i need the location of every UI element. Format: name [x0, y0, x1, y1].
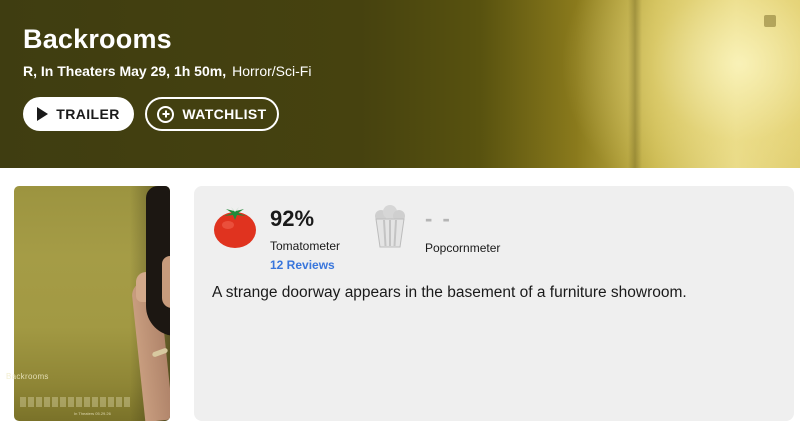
play-icon: [37, 107, 49, 121]
plus-circle-icon: [157, 105, 175, 123]
watchlist-button[interactable]: WATCHLIST: [145, 97, 279, 131]
trailer-button[interactable]: TRAILER: [23, 97, 134, 131]
popcornmeter-label: Popcornmeter: [425, 241, 501, 255]
poster-release-date: In Theaters 05.29.26: [74, 411, 111, 416]
reviews-count-link[interactable]: 12 Reviews: [270, 258, 335, 272]
movie-poster[interactable]: In Theaters 05.29.26: [14, 186, 170, 421]
poster-title: Backrooms: [6, 372, 49, 381]
tomatometer-label: Tomatometer: [270, 239, 341, 253]
movie-title: Backrooms: [23, 24, 172, 54]
movie-synopsis: A strange doorway appears in the basemen…: [212, 284, 687, 301]
fresh-tomato-icon: [214, 207, 256, 248]
trailer-button-label: TRAILER: [56, 106, 120, 122]
watchlist-button-label: WATCHLIST: [182, 106, 267, 122]
poster-face: [162, 256, 170, 308]
hero-backdrop-fixture: [764, 15, 776, 27]
popcornmeter-score: - -: [425, 206, 452, 231]
movie-meta: R, In Theaters May 29, 1h 50m, Horror/Sci…: [23, 63, 311, 79]
movie-rating-release-runtime: R, In Theaters May 29, 1h 50m,: [23, 63, 227, 79]
empty-popcorn-icon: [375, 205, 405, 248]
poster-credits-block: [20, 397, 130, 407]
hero-backdrop-doorframe: [628, 0, 642, 168]
tomatometer-score: 92%: [270, 206, 315, 231]
movie-genre: Horror/Sci-Fi: [232, 63, 312, 79]
